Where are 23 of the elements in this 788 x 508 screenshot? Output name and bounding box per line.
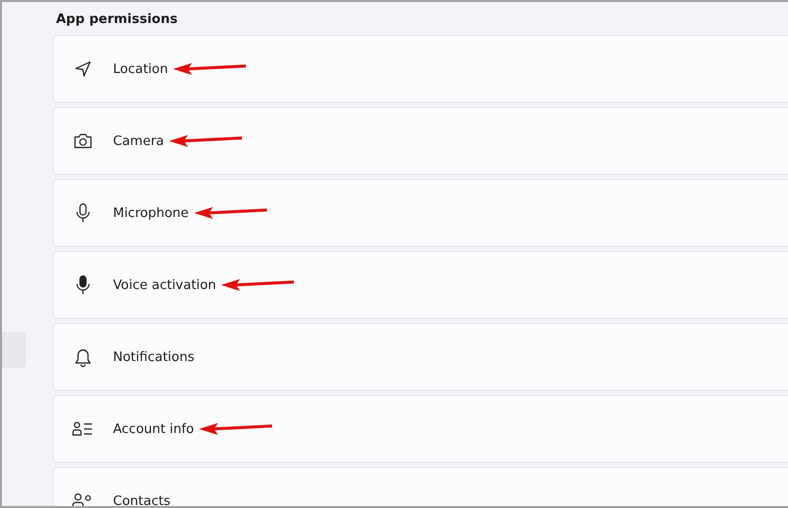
item-label: Account info [113, 422, 194, 436]
people-icon [72, 493, 94, 506]
permission-item[interactable]: Camera [53, 107, 788, 175]
camera-icon [73, 132, 93, 150]
location-arrow-icon [74, 60, 92, 78]
microphone-icon [75, 275, 91, 295]
item-label: Notifications [113, 350, 194, 364]
item-label: Contacts [113, 494, 170, 506]
permission-item[interactable]: Notifications [53, 323, 788, 391]
permission-item[interactable]: Location [53, 35, 788, 103]
permission-item[interactable]: Account info [53, 395, 788, 463]
permission-item[interactable]: Microphone [53, 179, 788, 247]
permission-item[interactable]: Contacts [53, 467, 788, 506]
sidebar-item[interactable] [2, 332, 26, 368]
item-label: Microphone [113, 206, 189, 220]
section-title: App permissions [56, 12, 179, 27]
microphone-icon [75, 203, 91, 223]
item-label: Camera [113, 134, 164, 148]
permission-item[interactable]: Voice activation [53, 251, 788, 319]
person-list-icon [72, 421, 94, 437]
item-label: Voice activation [113, 278, 216, 292]
bell-icon [74, 347, 92, 367]
item-label: Location [113, 62, 168, 76]
